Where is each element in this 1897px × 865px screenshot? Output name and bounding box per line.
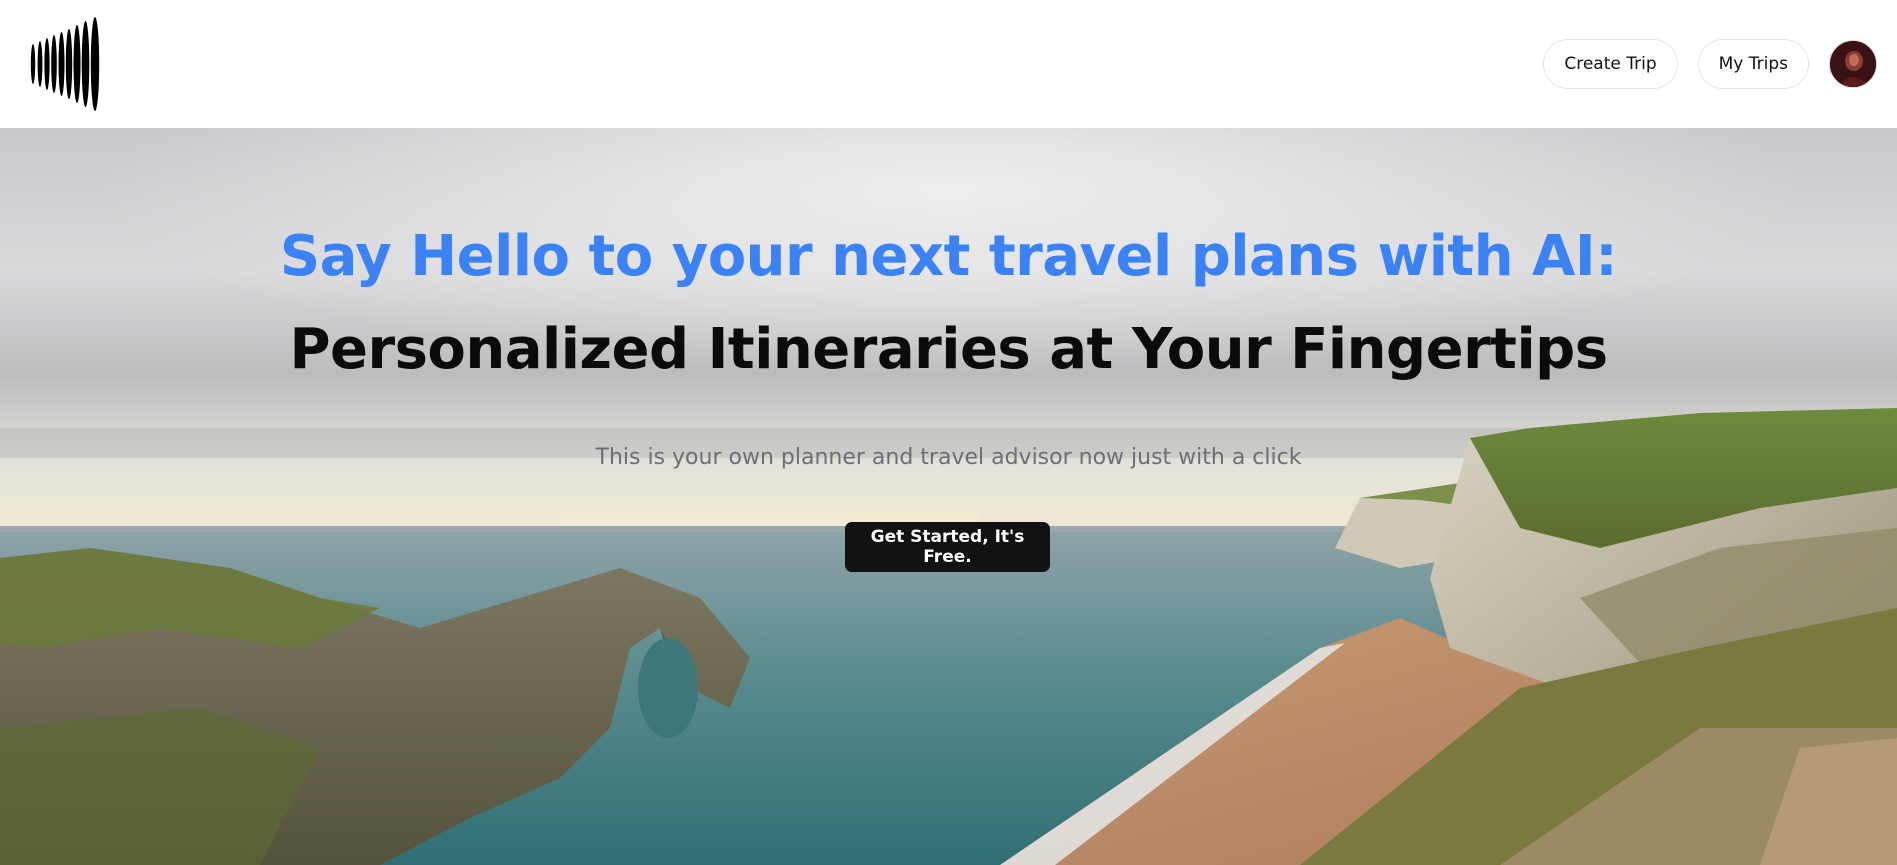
hero-section: Say Hello to your next travel plans with… xyxy=(0,128,1897,865)
my-trips-button[interactable]: My Trips xyxy=(1697,39,1809,89)
get-started-button[interactable]: Get Started, It's Free. xyxy=(845,522,1050,572)
top-navbar: Create Trip My Trips xyxy=(0,0,1897,128)
create-trip-button[interactable]: Create Trip xyxy=(1543,39,1678,89)
hero-headline-line1: Say Hello to your next travel plans with… xyxy=(279,224,1618,289)
vertical-bars-logo-icon[interactable] xyxy=(28,16,108,112)
user-avatar[interactable] xyxy=(1829,40,1877,88)
avatar-portrait-icon xyxy=(1830,41,1876,87)
hero-headline-line2: Personalized Itineraries at Your Fingert… xyxy=(289,317,1608,382)
nav-actions: Create Trip My Trips xyxy=(1523,39,1877,89)
hero-subtitle: This is your own planner and travel advi… xyxy=(595,445,1302,470)
